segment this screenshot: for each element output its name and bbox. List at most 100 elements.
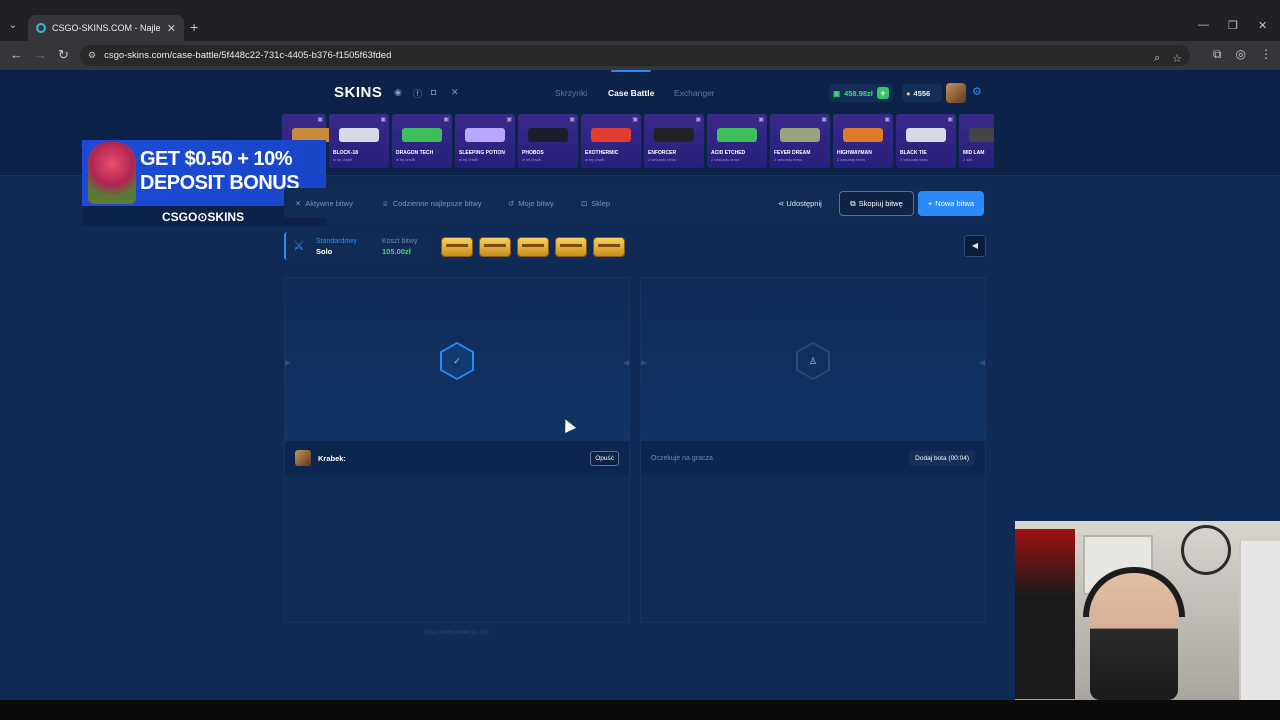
active-nav-indicator (611, 70, 651, 72)
player-slot-1: ▶ ◀ ✓ Krabek: Opuść (284, 277, 630, 623)
live-drop-item[interactable]: ▣ ENFORCER 2 sekundy temu (644, 114, 704, 168)
extensions-icon[interactable]: ⧉ (1213, 47, 1222, 62)
case-icon: ▣ (695, 117, 701, 123)
drop-time: w tej chwili (459, 157, 479, 162)
drop-time: w tej chwili (396, 157, 416, 162)
reel-left-marker-icon: ▶ (285, 358, 292, 367)
facebook-icon[interactable]: ⓕ (413, 87, 423, 99)
copy-label: Skopiuj bitwę (858, 199, 903, 208)
minimize-button[interactable]: — (1198, 19, 1209, 31)
drop-time: 2 sekundy temu (837, 157, 866, 162)
instagram-icon[interactable]: ◘ (431, 87, 441, 97)
new-tab-button[interactable]: + (190, 19, 198, 35)
zoom-icon[interactable]: ⌕ (1154, 52, 1160, 65)
cost-label: Koszt bitwy (382, 238, 418, 245)
discord-icon[interactable]: ◉ (394, 87, 404, 97)
case-icon: ▣ (632, 117, 638, 123)
gear-icon[interactable]: ⚙ (972, 85, 982, 98)
url-input[interactable]: ⚙ csgo-skins.com/case-battle/5f448c22-73… (80, 45, 1190, 66)
empty-hex: ♙ (796, 342, 830, 380)
share-button[interactable]: ⋖ Udostępnij (778, 199, 822, 208)
case-icon: ▣ (947, 117, 953, 123)
live-drop-item[interactable]: ▣ FEVER DREAM 2 sekundy temu (770, 114, 830, 168)
nav-exchanger[interactable]: Exchanger (674, 88, 715, 98)
case-icon: ▣ (884, 117, 890, 123)
live-drop-item[interactable]: ▣ HIGHWAYMAN 2 sekundy temu (833, 114, 893, 168)
crossed-swords-icon: ⚔ (293, 238, 305, 253)
browser-tab[interactable]: CSGO-SKINS.COM - Najlepsze ✕ (28, 15, 184, 41)
reel-right-marker-icon: ◀ (978, 358, 985, 367)
case-icon[interactable] (479, 237, 511, 257)
nav-cases[interactable]: Skrzynki (555, 88, 587, 98)
address-bar: ← → ↻ ⚙ csgo-skins.com/case-battle/5f448… (0, 41, 1280, 70)
case-icon[interactable] (593, 237, 625, 257)
coins-display[interactable]: ● 4556 (902, 84, 942, 102)
nav-case-battle[interactable]: Case Battle (608, 88, 654, 98)
player-bar: Krabek: Opuść (285, 441, 629, 475)
user-avatar[interactable] (946, 83, 966, 103)
browser-menu-icon[interactable]: ⋮ (1260, 47, 1272, 62)
copy-icon: ⧉ (850, 198, 856, 208)
coins-value: 4556 (913, 88, 931, 98)
add-bot-button[interactable]: Dodaj bota (00:04) (909, 450, 975, 466)
site-info-icon[interactable]: ⚙ (88, 50, 96, 61)
trophy-icon: ♕ (382, 199, 389, 208)
drop-name: ENFORCER (648, 150, 677, 156)
balance-value: 458.98zł (844, 88, 873, 98)
tab-shop[interactable]: ⊡ Sklep (581, 199, 610, 208)
profile-icon[interactable]: ◎ (1236, 47, 1246, 62)
case-icon: ▣ (821, 117, 827, 123)
tab-label: Sklep (591, 199, 611, 208)
reload-icon[interactable]: ↻ (58, 47, 69, 63)
collapse-arrow-button[interactable]: ◀ (964, 235, 986, 257)
live-drop-item[interactable]: ▣ DRAGON TECH w tej chwili (392, 114, 452, 168)
tab-my-battles[interactable]: ↺ Moje bitwy (508, 199, 554, 208)
site-logo[interactable]: SKINS (334, 84, 382, 101)
balance-display[interactable]: ▣ 458.98zł + (829, 84, 893, 102)
live-drop-item[interactable]: ▣ PHOBOS w tej chwili (518, 114, 578, 168)
webcam-overlay (1015, 521, 1280, 700)
weapon-image (591, 128, 631, 142)
tab-close-icon[interactable]: ✕ (167, 22, 176, 35)
weapon-image (906, 128, 946, 142)
tab-active-battles[interactable]: ✕ Aktywne bitwy (295, 199, 353, 208)
live-drop-item[interactable]: ▣ BLACK TIE 2 sekundy temu (896, 114, 956, 168)
live-drop-item[interactable]: ▣ SLEEPING POTION w tej chwili (455, 114, 515, 168)
back-icon[interactable]: ← (10, 47, 23, 62)
browser-tab-bar: ⌄ CSGO-SKINS.COM - Najlepsze ✕ + — ❐ ✕ (0, 0, 1280, 41)
drop-time: w tej chwili (522, 157, 542, 162)
bookmark-star-icon[interactable]: ☆ (1172, 52, 1182, 65)
x-icon[interactable]: ✕ (451, 87, 461, 97)
live-drop-item[interactable]: ▣ ACID ETCHED 2 sekundy temu (707, 114, 767, 168)
case-icon: ▣ (317, 117, 323, 123)
close-window-button[interactable]: ✕ (1258, 19, 1267, 32)
case-icon: ▣ (443, 117, 449, 123)
live-drop-item[interactable]: ▣ BLOCK-18 w tej chwili (329, 114, 389, 168)
case-icon[interactable] (441, 237, 473, 257)
tab-title: CSGO-SKINS.COM - Najlepsze (52, 23, 161, 33)
wallet-icon: ▣ (833, 88, 841, 98)
live-drop-item[interactable]: ▣ EXOTHERMIC w tej chwili (581, 114, 641, 168)
maximize-button[interactable]: ❐ (1228, 19, 1238, 32)
tab-search-icon[interactable]: ⌄ (4, 17, 22, 35)
weapon-image (717, 128, 757, 142)
slot-reel-area: ▶ ◀ ✓ (285, 278, 629, 441)
new-battle-button[interactable]: + Nowa bitwa (918, 191, 984, 216)
copy-battle-button[interactable]: ⧉ Skopiuj bitwę (839, 191, 914, 216)
checkmark-icon: ✓ (442, 344, 472, 378)
weapon-image (402, 128, 442, 142)
drop-name: BLACK TIE (900, 150, 927, 156)
tab-label: Codzienne najlepsze bitwy (392, 199, 482, 208)
promo-character-image (88, 142, 136, 204)
live-drop-item[interactable]: ▣MID LAM2 sek (959, 114, 994, 168)
forward-icon[interactable]: → (34, 47, 47, 62)
leave-battle-button[interactable]: Opuść (590, 450, 619, 466)
case-icon[interactable] (517, 237, 549, 257)
tab-daily-best-battles[interactable]: ♕ Codzienne najlepsze bitwy (382, 199, 482, 208)
share-label: Udostępnij (786, 199, 822, 208)
gaming-chair (1015, 529, 1075, 699)
deposit-plus-icon[interactable]: + (876, 87, 889, 99)
case-icon[interactable] (555, 237, 587, 257)
drop-time: 2 sekundy temu (774, 157, 803, 162)
player-slot-2: ▶ ◀ ♙ Oczekuje na gracza Dodaj bota (00:… (640, 277, 986, 623)
